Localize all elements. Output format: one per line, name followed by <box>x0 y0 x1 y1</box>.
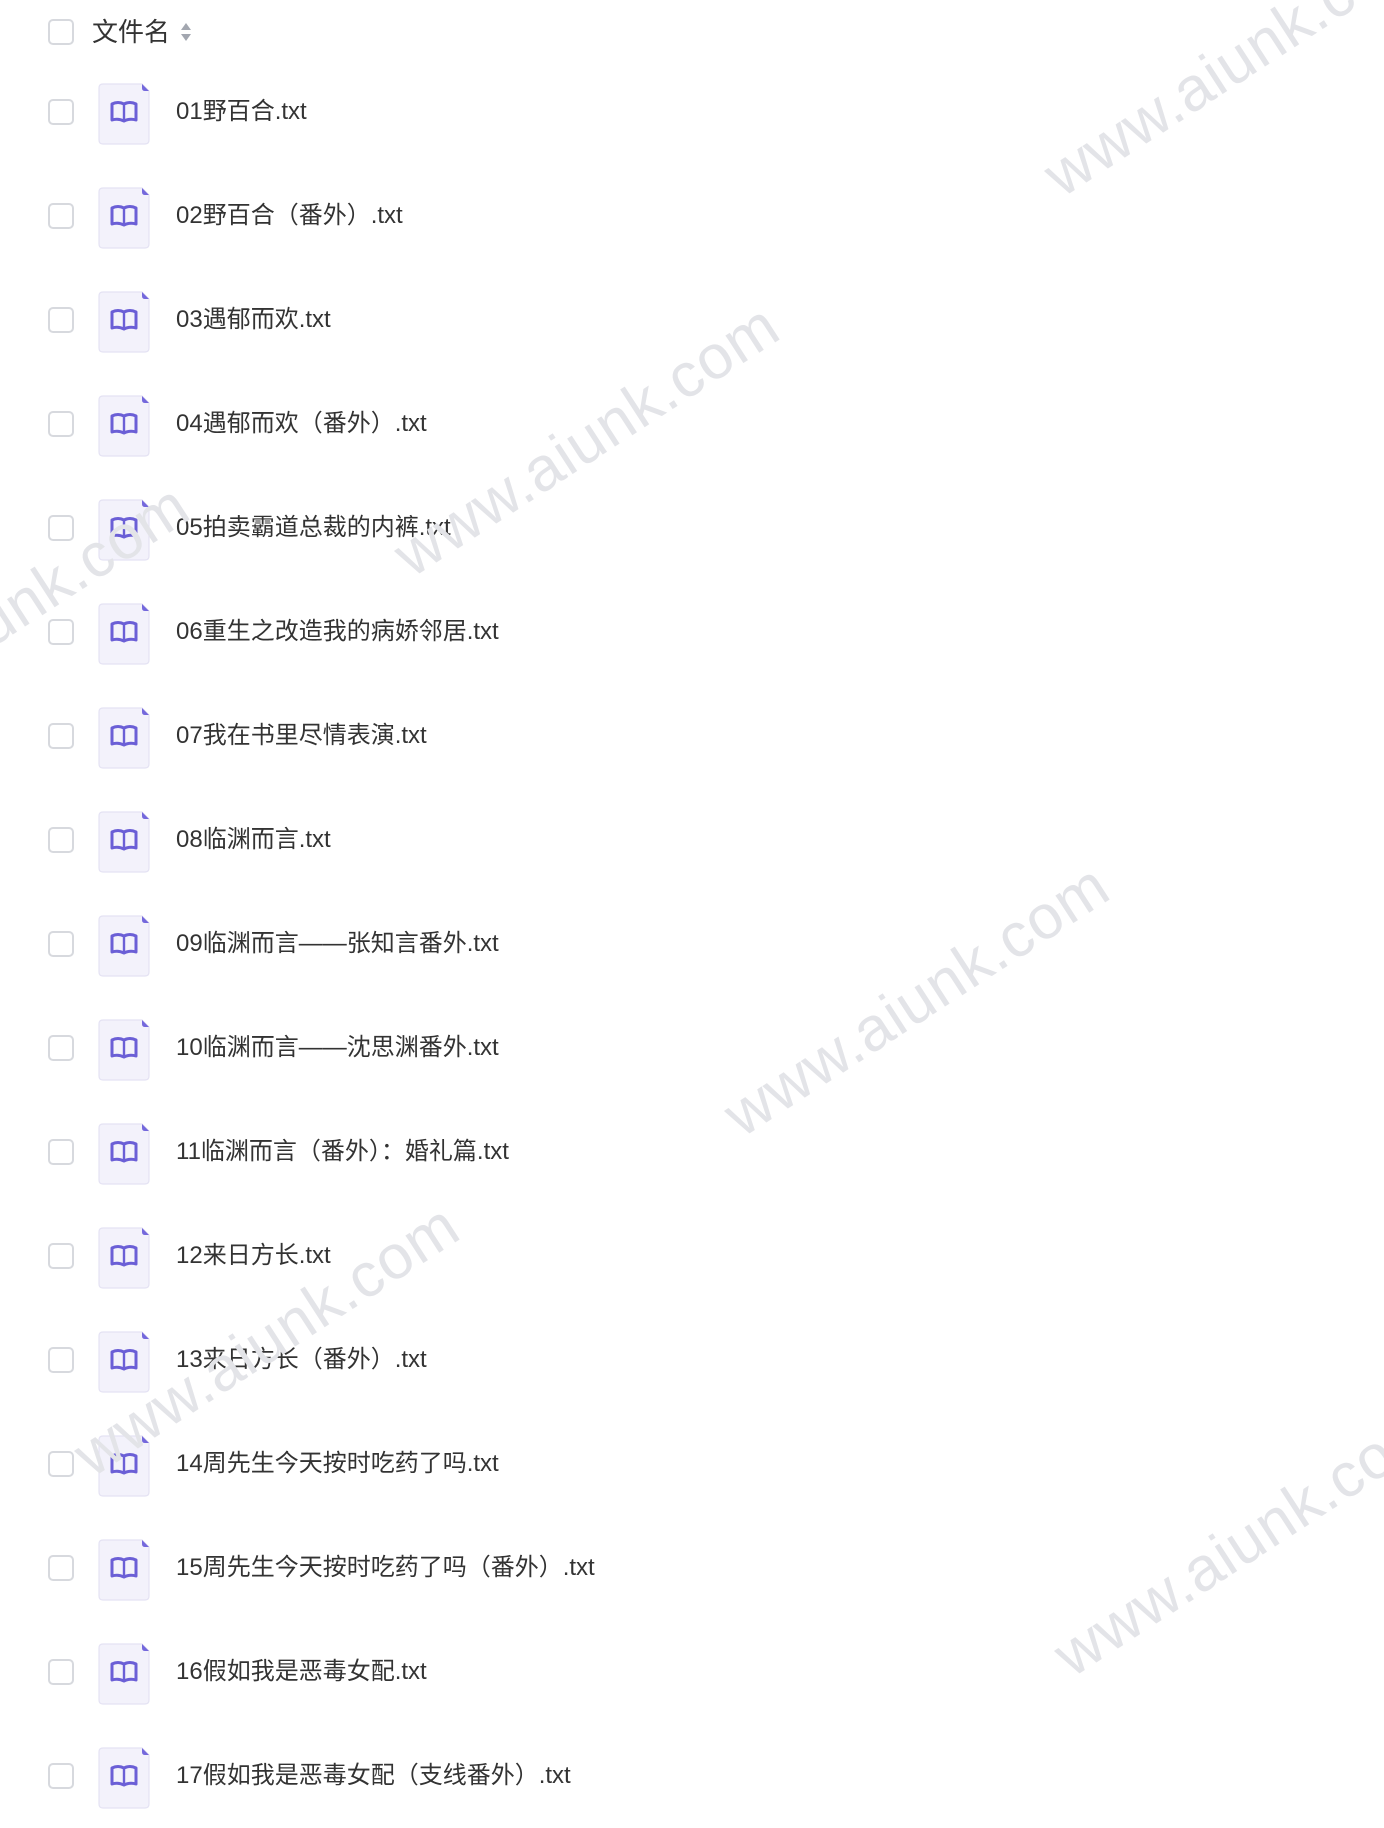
row-checkbox[interactable] <box>48 99 74 125</box>
book-icon <box>98 1331 150 1393</box>
file-name[interactable]: 06重生之改造我的病娇邻居.txt <box>176 616 499 648</box>
file-row[interactable]: 12来日方长.txt <box>0 1204 1384 1308</box>
book-icon <box>98 811 150 873</box>
file-name[interactable]: 08临渊而言.txt <box>176 824 331 856</box>
row-checkbox[interactable] <box>48 1035 74 1061</box>
book-icon <box>98 1227 150 1289</box>
book-icon <box>98 1435 150 1497</box>
row-checkbox[interactable] <box>48 515 74 541</box>
file-row[interactable]: 03遇郁而欢.txt <box>0 268 1384 372</box>
file-name[interactable]: 11临渊而言（番外）：婚礼篇.txt <box>176 1136 509 1168</box>
file-row[interactable]: 04遇郁而欢（番外）.txt <box>0 372 1384 476</box>
file-name[interactable]: 10临渊而言——沈思渊番外.txt <box>176 1032 499 1064</box>
file-row[interactable]: 13来日方长（番外）.txt <box>0 1308 1384 1412</box>
book-icon <box>98 915 150 977</box>
row-checkbox[interactable] <box>48 1659 74 1685</box>
row-checkbox[interactable] <box>48 827 74 853</box>
file-row[interactable]: 09临渊而言——张知言番外.txt <box>0 892 1384 996</box>
book-icon <box>98 1019 150 1081</box>
file-list-header: 文件名 <box>0 0 1384 64</box>
file-name[interactable]: 07我在书里尽情表演.txt <box>176 720 427 752</box>
file-row[interactable]: 10临渊而言——沈思渊番外.txt <box>0 996 1384 1100</box>
file-name[interactable]: 14周先生今天按时吃药了吗.txt <box>176 1448 499 1480</box>
file-row[interactable]: 16假如我是恶毒女配.txt <box>0 1620 1384 1724</box>
book-icon <box>98 395 150 457</box>
book-icon <box>98 187 150 249</box>
book-icon <box>98 603 150 665</box>
file-row[interactable]: 11临渊而言（番外）：婚礼篇.txt <box>0 1100 1384 1204</box>
book-icon <box>98 1539 150 1601</box>
file-name[interactable]: 09临渊而言——张知言番外.txt <box>176 928 499 960</box>
book-icon <box>98 707 150 769</box>
file-row[interactable]: 01野百合.txt <box>0 60 1384 164</box>
book-icon <box>98 499 150 561</box>
file-name[interactable]: 12来日方长.txt <box>176 1240 331 1272</box>
book-icon <box>98 83 150 145</box>
file-row[interactable]: 14周先生今天按时吃药了吗.txt <box>0 1412 1384 1516</box>
row-checkbox[interactable] <box>48 1763 74 1789</box>
row-checkbox[interactable] <box>48 203 74 229</box>
file-row[interactable]: 17假如我是恶毒女配（支线番外）.txt <box>0 1724 1384 1828</box>
row-checkbox[interactable] <box>48 307 74 333</box>
file-name[interactable]: 03遇郁而欢.txt <box>176 304 331 336</box>
file-name[interactable]: 15周先生今天按时吃药了吗（番外）.txt <box>176 1552 595 1584</box>
file-name[interactable]: 17假如我是恶毒女配（支线番外）.txt <box>176 1760 571 1792</box>
file-row[interactable]: 15周先生今天按时吃药了吗（番外）.txt <box>0 1516 1384 1620</box>
file-row[interactable]: 06重生之改造我的病娇邻居.txt <box>0 580 1384 684</box>
file-name[interactable]: 02野百合（番外）.txt <box>176 200 403 232</box>
row-checkbox[interactable] <box>48 619 74 645</box>
row-checkbox[interactable] <box>48 1243 74 1269</box>
book-icon <box>98 291 150 353</box>
row-checkbox[interactable] <box>48 1555 74 1581</box>
row-checkbox[interactable] <box>48 411 74 437</box>
file-name[interactable]: 16假如我是恶毒女配.txt <box>176 1656 427 1688</box>
file-row[interactable]: 05拍卖霸道总裁的内裤.txt <box>0 476 1384 580</box>
file-row[interactable]: 07我在书里尽情表演.txt <box>0 684 1384 788</box>
row-checkbox[interactable] <box>48 931 74 957</box>
row-checkbox[interactable] <box>48 1139 74 1165</box>
file-name[interactable]: 05拍卖霸道总裁的内裤.txt <box>176 512 451 544</box>
column-header-filename[interactable]: 文件名 <box>92 14 170 50</box>
book-icon <box>98 1123 150 1185</box>
file-row[interactable]: 08临渊而言.txt <box>0 788 1384 892</box>
book-icon <box>98 1747 150 1809</box>
file-row[interactable]: 02野百合（番外）.txt <box>0 164 1384 268</box>
row-checkbox[interactable] <box>48 1347 74 1373</box>
file-name[interactable]: 04遇郁而欢（番外）.txt <box>176 408 427 440</box>
row-checkbox[interactable] <box>48 1451 74 1477</box>
row-checkbox[interactable] <box>48 723 74 749</box>
file-name[interactable]: 01野百合.txt <box>176 96 307 128</box>
file-name[interactable]: 13来日方长（番外）.txt <box>176 1344 427 1376</box>
select-all-checkbox[interactable] <box>48 19 74 45</box>
book-icon <box>98 1643 150 1705</box>
sort-icon[interactable] <box>180 20 192 44</box>
